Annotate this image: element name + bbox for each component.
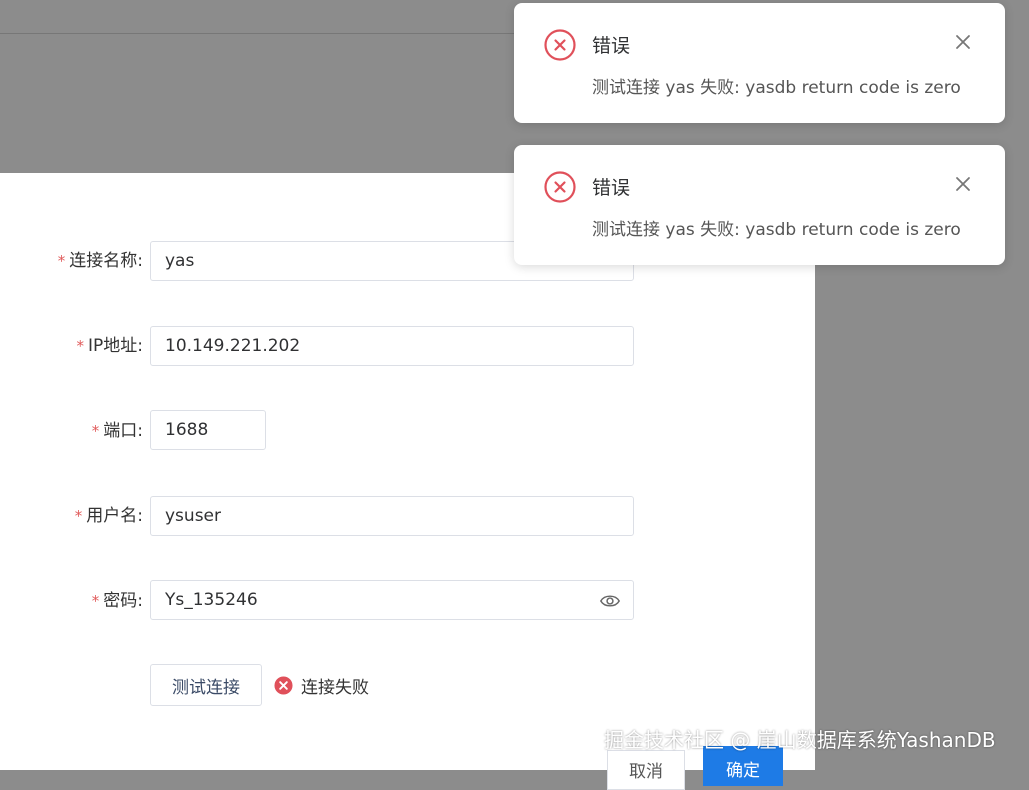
connection-name-value: yas [165,251,195,271]
notification-title: 错误 [592,177,631,199]
error-notification: 错误 测试连接 yas 失败: yasdb return code is zer… [514,145,1005,265]
required-mark: * [76,337,85,355]
notification-title: 错误 [592,35,631,57]
port-label-text: 端口: [103,421,143,441]
confirm-label: 确定 [726,761,760,781]
username-label: * 用户名: [0,496,143,536]
required-mark: * [57,252,66,270]
connection-status-text: 连接失败 [301,677,369,698]
password-label: * 密码: [0,581,143,621]
test-connection-button[interactable]: 测试连接 [150,664,262,706]
password-input[interactable]: Ys_135246 [150,580,634,620]
ip-label: * IP地址: [0,326,144,366]
username-label-text: 用户名: [86,506,143,526]
name-label: * 连接名称: [0,241,143,281]
header-divider [0,33,520,34]
notification-message: 测试连接 yas 失败: yasdb return code is zero [592,220,961,240]
required-mark: * [91,592,100,610]
password-label-text: 密码: [103,591,143,611]
cancel-button[interactable]: 取消 [607,750,685,790]
port-label: * 端口: [0,411,143,451]
port-input[interactable]: 1688 [150,410,266,450]
close-icon[interactable] [955,34,971,50]
username-value: ysuser [165,506,221,526]
ip-address-input[interactable]: 10.149.221.202 [150,326,634,366]
port-value: 1688 [165,420,209,440]
required-mark: * [74,507,83,525]
password-value: Ys_135246 [165,590,258,610]
watermark: 掘金技术社区 @ 崖山数据库系统YashanDB [604,728,996,752]
notification-message: 测试连接 yas 失败: yasdb return code is zero [592,78,961,98]
error-notification: 错误 测试连接 yas 失败: yasdb return code is zer… [514,3,1005,123]
required-mark: * [91,422,100,440]
error-icon [544,29,576,61]
error-icon [544,171,576,203]
ip-label-text: IP地址: [88,336,143,356]
close-icon[interactable] [955,176,971,192]
name-label-text: 连接名称: [69,251,143,271]
connection-status: 连接失败 [274,674,369,698]
test-connection-label: 测试连接 [172,677,240,698]
eye-icon[interactable] [599,591,621,611]
username-input[interactable]: ysuser [150,496,634,536]
error-circle-icon [274,675,293,695]
ip-address-value: 10.149.221.202 [165,336,301,356]
